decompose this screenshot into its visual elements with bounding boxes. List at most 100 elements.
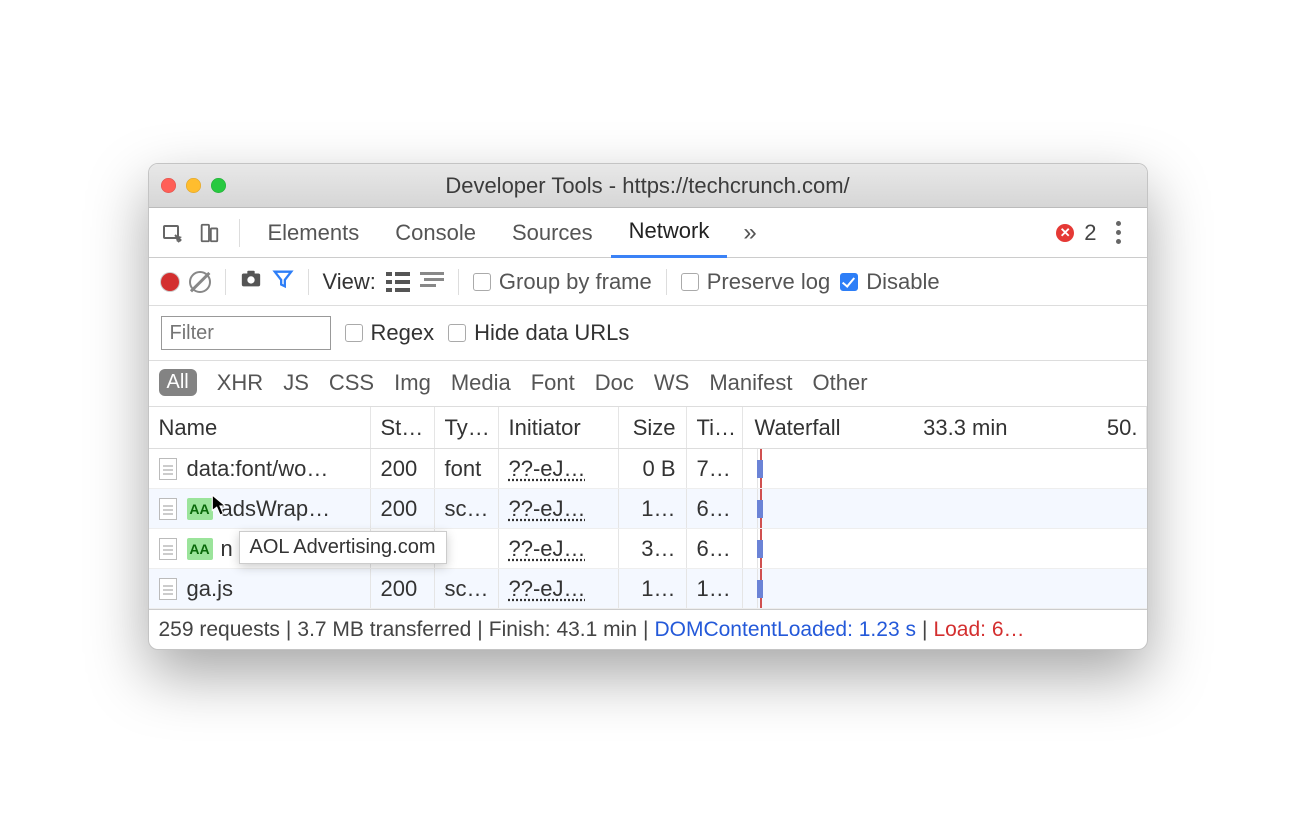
file-icon [159, 578, 177, 600]
clear-icon[interactable] [189, 271, 211, 293]
disable-cache-toggle[interactable]: Disable [840, 269, 939, 295]
titlebar: Developer Tools - https://techcrunch.com… [149, 164, 1147, 208]
regex-label: Regex [371, 320, 435, 346]
tab-console[interactable]: Console [377, 208, 494, 258]
row-name: n [221, 536, 233, 562]
type-all[interactable]: All [159, 369, 197, 396]
row-name: adsWrap… [221, 496, 331, 522]
panel-tabbar: Elements Console Sources Network » ✕ 2 [149, 208, 1147, 258]
col-time[interactable]: Ti… [687, 407, 743, 448]
table-row[interactable]: ga.js 200 sc… ??-eJ… 1… 1… [149, 569, 1147, 609]
row-name: data:font/wo… [187, 456, 329, 482]
col-size[interactable]: Size [619, 407, 687, 448]
view-label: View: [323, 269, 376, 295]
hide-urls-label: Hide data URLs [474, 320, 629, 346]
checkbox-icon[interactable] [681, 273, 699, 291]
type-font[interactable]: Font [531, 370, 575, 396]
checkbox-icon[interactable] [345, 324, 363, 342]
checkbox-icon[interactable] [448, 324, 466, 342]
status-transferred: 3.7 MB transferred [297, 618, 471, 642]
type-xhr[interactable]: XHR [217, 370, 263, 396]
row-status: 200 [371, 489, 435, 528]
type-css[interactable]: CSS [329, 370, 374, 396]
status-load: Load: 6… [933, 618, 1024, 642]
kebab-menu-icon[interactable] [1107, 221, 1131, 244]
filter-bar: Regex Hide data URLs [149, 306, 1147, 361]
row-size: 3… [619, 529, 687, 568]
requests-table: Name St… Ty… Initiator Size Ti… Waterfal… [149, 407, 1147, 609]
filter-icon[interactable] [272, 268, 294, 296]
row-status: 200 [371, 449, 435, 488]
record-icon[interactable] [161, 273, 179, 291]
device-toggle-icon[interactable] [193, 217, 225, 249]
checkbox-icon[interactable] [840, 273, 858, 291]
type-doc[interactable]: Doc [595, 370, 634, 396]
row-time: 6… [687, 489, 743, 528]
window-controls [161, 178, 226, 193]
row-initiator[interactable]: ??-eJ… [509, 576, 586, 602]
row-type: sc… [435, 569, 499, 608]
disable-cache-label: Disable [866, 269, 939, 295]
type-other[interactable]: Other [813, 370, 868, 396]
row-initiator[interactable]: ??-eJ… [509, 536, 586, 562]
row-initiator[interactable]: ??-eJ… [509, 496, 586, 522]
col-type[interactable]: Ty… [435, 407, 499, 448]
file-icon [159, 498, 177, 520]
more-tabs-chevron-icon[interactable]: » [727, 219, 772, 247]
row-size: 1… [619, 569, 687, 608]
minimize-icon[interactable] [186, 178, 201, 193]
preserve-log-toggle[interactable]: Preserve log [681, 269, 831, 295]
error-icon[interactable]: ✕ [1056, 224, 1074, 242]
error-count[interactable]: 2 [1084, 220, 1096, 246]
table-row[interactable]: AAadsWrap… 200 sc… ??-eJ… 1… 6… [149, 489, 1147, 529]
file-icon [159, 538, 177, 560]
status-dcl: DOMContentLoaded: 1.23 s [654, 618, 916, 642]
file-icon [159, 458, 177, 480]
row-type: sc… [435, 489, 499, 528]
col-status[interactable]: St… [371, 407, 435, 448]
waterfall-tick: 33.3 min [923, 415, 1007, 441]
tracker-badge: AA [187, 538, 213, 560]
row-status: 200 [371, 569, 435, 608]
network-toolbar: View: Group by frame Preserve log Disabl… [149, 258, 1147, 306]
hide-urls-toggle[interactable]: Hide data URLs [448, 320, 629, 346]
regex-toggle[interactable]: Regex [345, 320, 435, 346]
window-title: Developer Tools - https://techcrunch.com… [149, 173, 1147, 199]
status-bar: 259 requests | 3.7 MB transferred | Fini… [149, 609, 1147, 649]
table-row[interactable]: data:font/wo… 200 font ??-eJ… 0 B 7… [149, 449, 1147, 489]
row-time: 6… [687, 529, 743, 568]
devtools-window: Developer Tools - https://techcrunch.com… [148, 163, 1148, 650]
tab-sources[interactable]: Sources [494, 208, 611, 258]
row-time: 1… [687, 569, 743, 608]
checkbox-icon[interactable] [473, 273, 491, 291]
col-initiator[interactable]: Initiator [499, 407, 619, 448]
overview-icon[interactable] [420, 272, 444, 292]
row-initiator[interactable]: ??-eJ… [509, 456, 586, 482]
filter-input[interactable] [161, 316, 331, 350]
large-rows-icon[interactable] [386, 272, 410, 292]
maximize-icon[interactable] [211, 178, 226, 193]
row-time: 7… [687, 449, 743, 488]
row-type: font [435, 449, 499, 488]
type-img[interactable]: Img [394, 370, 431, 396]
screenshot-icon[interactable] [240, 268, 262, 296]
row-size: 0 B [619, 449, 687, 488]
group-by-frame-toggle[interactable]: Group by frame [473, 269, 652, 295]
type-js[interactable]: JS [283, 370, 309, 396]
preserve-log-label: Preserve log [707, 269, 831, 295]
status-finish: Finish: 43.1 min [489, 618, 637, 642]
waterfall-tick: 50. [1107, 415, 1138, 441]
row-size: 1… [619, 489, 687, 528]
status-requests: 259 requests [159, 618, 280, 642]
type-manifest[interactable]: Manifest [709, 370, 792, 396]
col-waterfall[interactable]: Waterfall 33.3 min 50. [743, 407, 1147, 448]
type-filter-bar: All XHR JS CSS Img Media Font Doc WS Man… [149, 361, 1147, 407]
type-ws[interactable]: WS [654, 370, 689, 396]
inspect-element-icon[interactable] [157, 217, 189, 249]
tab-elements[interactable]: Elements [250, 208, 378, 258]
tab-network[interactable]: Network [611, 208, 728, 258]
row-name: ga.js [187, 576, 233, 602]
type-media[interactable]: Media [451, 370, 511, 396]
col-name[interactable]: Name [149, 407, 371, 448]
close-icon[interactable] [161, 178, 176, 193]
